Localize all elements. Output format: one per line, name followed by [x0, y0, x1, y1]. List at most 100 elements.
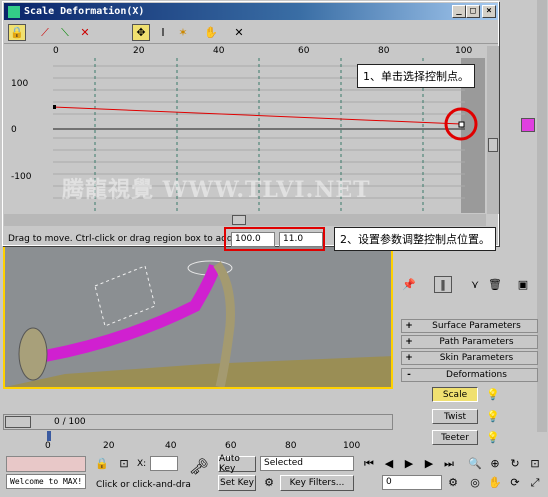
- keyfilters-button[interactable]: Key Filters...: [280, 475, 354, 491]
- ruler-tick: 100: [455, 46, 473, 56]
- time-slider[interactable]: 0 / 100: [3, 414, 393, 430]
- curve-icon[interactable]: ⟍: [56, 24, 74, 41]
- prev-frame-icon[interactable]: ◀: [380, 455, 398, 472]
- rollout-deformations[interactable]: - Deformations: [401, 368, 538, 382]
- rollout-label: Path Parameters: [439, 337, 514, 347]
- scroll-thumb[interactable]: [232, 215, 246, 225]
- curve-toolbar: 🔒 ⟋ ⟍ ✕ ✥ I ✶ ✋ ✕: [4, 22, 498, 44]
- select-icon[interactable]: ⊡: [115, 455, 133, 472]
- setkey-button[interactable]: Set Key: [218, 475, 256, 491]
- ruler-tick: 0: [53, 46, 59, 56]
- rollout-label: Deformations: [446, 370, 507, 380]
- twist-button[interactable]: Twist: [432, 409, 478, 424]
- curve-icon[interactable]: ⟋: [36, 24, 54, 41]
- orbit-icon[interactable]: ⟳: [506, 474, 524, 491]
- window-title: Scale Deformation(X): [24, 6, 145, 17]
- arc-rotate-icon[interactable]: ↻: [506, 455, 524, 472]
- track-bar[interactable]: 0 20 40 60 80 100: [3, 431, 393, 453]
- selection-dropdown[interactable]: Selected: [260, 456, 354, 471]
- key-icon[interactable]: 🗝: [189, 457, 209, 476]
- control-point[interactable]: [53, 105, 56, 109]
- bulb-icon[interactable]: 💡: [484, 386, 502, 403]
- x-label: X:: [137, 459, 147, 469]
- rollout-surface[interactable]: + Surface Parameters: [401, 319, 538, 333]
- highlight-box: [224, 227, 325, 251]
- maximize-button[interactable]: □: [466, 5, 480, 18]
- min-max-icon[interactable]: ⤢: [526, 474, 544, 491]
- y-tick: 100: [11, 79, 29, 89]
- x-coord-field[interactable]: [150, 456, 178, 471]
- frame-counter: 0 / 100: [54, 417, 86, 427]
- ground-plane: [5, 356, 391, 387]
- bounding-box: [94, 265, 156, 327]
- lamp-base: [18, 327, 48, 381]
- loft-object: [43, 263, 221, 362]
- track-tick: 0: [45, 441, 51, 451]
- track-tick: 80: [285, 441, 297, 451]
- autokey-button[interactable]: Auto Key: [218, 454, 256, 474]
- prompt-line: Click or click-and-dra: [96, 480, 191, 490]
- perspective-viewport[interactable]: [3, 244, 393, 389]
- delete-icon[interactable]: ✕: [230, 24, 248, 41]
- teeter-button[interactable]: Teeter: [432, 430, 478, 445]
- time-config-icon[interactable]: ⚙: [444, 474, 462, 491]
- rollout-label: Surface Parameters: [432, 321, 521, 331]
- bulb-icon[interactable]: 💡: [484, 429, 502, 446]
- welcome-field[interactable]: Welcome to MAX!: [6, 474, 86, 489]
- scrollbar[interactable]: [537, 0, 547, 432]
- goto-end-icon[interactable]: ⏭: [440, 455, 458, 472]
- pin-icon[interactable]: 📌: [400, 276, 418, 293]
- control-point-selected[interactable]: [458, 121, 465, 128]
- color-swatch[interactable]: [521, 118, 535, 132]
- close-button[interactable]: ×: [482, 5, 496, 18]
- pan-icon[interactable]: ✋: [486, 474, 504, 491]
- zoom-all-icon[interactable]: ⊕: [486, 455, 504, 472]
- track-tick: 100: [343, 441, 361, 451]
- hand-icon[interactable]: ✋: [202, 24, 220, 41]
- maximize-viewport-icon[interactable]: ⊡: [526, 455, 544, 472]
- minimize-button[interactable]: _: [452, 5, 466, 18]
- next-frame-icon[interactable]: ▶: [420, 455, 438, 472]
- track-tick: 60: [225, 441, 237, 451]
- y-tick: -100: [11, 172, 32, 182]
- filter-icon[interactable]: ⚙: [260, 474, 278, 491]
- app-icon: [8, 5, 20, 18]
- callout-1: 1、单击选择控制点。: [357, 64, 475, 88]
- zoom-icon[interactable]: 🔍: [466, 455, 484, 472]
- fov-icon[interactable]: ◎: [466, 474, 484, 491]
- scale-deformation-dialog: Scale Deformation(X) _ □ × 🔒 ⟋ ⟍ ✕ ✥ I ✶…: [2, 1, 499, 247]
- config-icon[interactable]: ▣: [514, 276, 532, 293]
- horizontal-scrollbar[interactable]: [4, 214, 486, 226]
- scale-button[interactable]: Scale: [432, 387, 478, 402]
- ruler-tick: 60: [298, 46, 310, 56]
- curve-icon[interactable]: ✕: [76, 24, 94, 41]
- modifier-icon[interactable]: ⋎: [466, 276, 484, 293]
- track-tick: 40: [165, 441, 177, 451]
- ruler-tick: 80: [378, 46, 390, 56]
- vertical-scrollbar[interactable]: [487, 46, 499, 214]
- move-icon[interactable]: ✥: [132, 24, 150, 41]
- bulb-icon[interactable]: 💡: [484, 408, 502, 425]
- goto-start-icon[interactable]: ⏮: [360, 455, 378, 472]
- rollout-path[interactable]: + Path Parameters: [401, 335, 538, 349]
- track-tick: 20: [103, 441, 115, 451]
- current-frame-field[interactable]: 0: [382, 475, 442, 490]
- scale-icon[interactable]: I: [154, 24, 172, 41]
- rollout-skin[interactable]: + Skin Parameters: [401, 351, 538, 365]
- insert-icon[interactable]: ✶: [174, 24, 192, 41]
- watermark: 腾龍視覺 WWW.TLVI.NET: [62, 177, 371, 203]
- track-marker: [47, 431, 51, 441]
- title-bar: Scale Deformation(X) _ □ ×: [4, 3, 498, 20]
- ruler-tick: 20: [133, 46, 145, 56]
- scroll-thumb[interactable]: [488, 138, 498, 152]
- time-slider-thumb[interactable]: [5, 416, 31, 428]
- pause-icon[interactable]: ‖: [434, 276, 452, 293]
- maxscript-listener[interactable]: [6, 456, 86, 472]
- ruler: 0 20 40 60 80 100: [53, 46, 472, 58]
- ruler-tick: 40: [213, 46, 225, 56]
- delete-icon[interactable]: 🗑: [486, 276, 504, 293]
- rollout-label: Skin Parameters: [439, 353, 514, 363]
- lock-selection-icon[interactable]: 🔒: [93, 455, 111, 472]
- lock-icon[interactable]: 🔒: [8, 24, 26, 41]
- play-icon[interactable]: ▶: [400, 455, 418, 472]
